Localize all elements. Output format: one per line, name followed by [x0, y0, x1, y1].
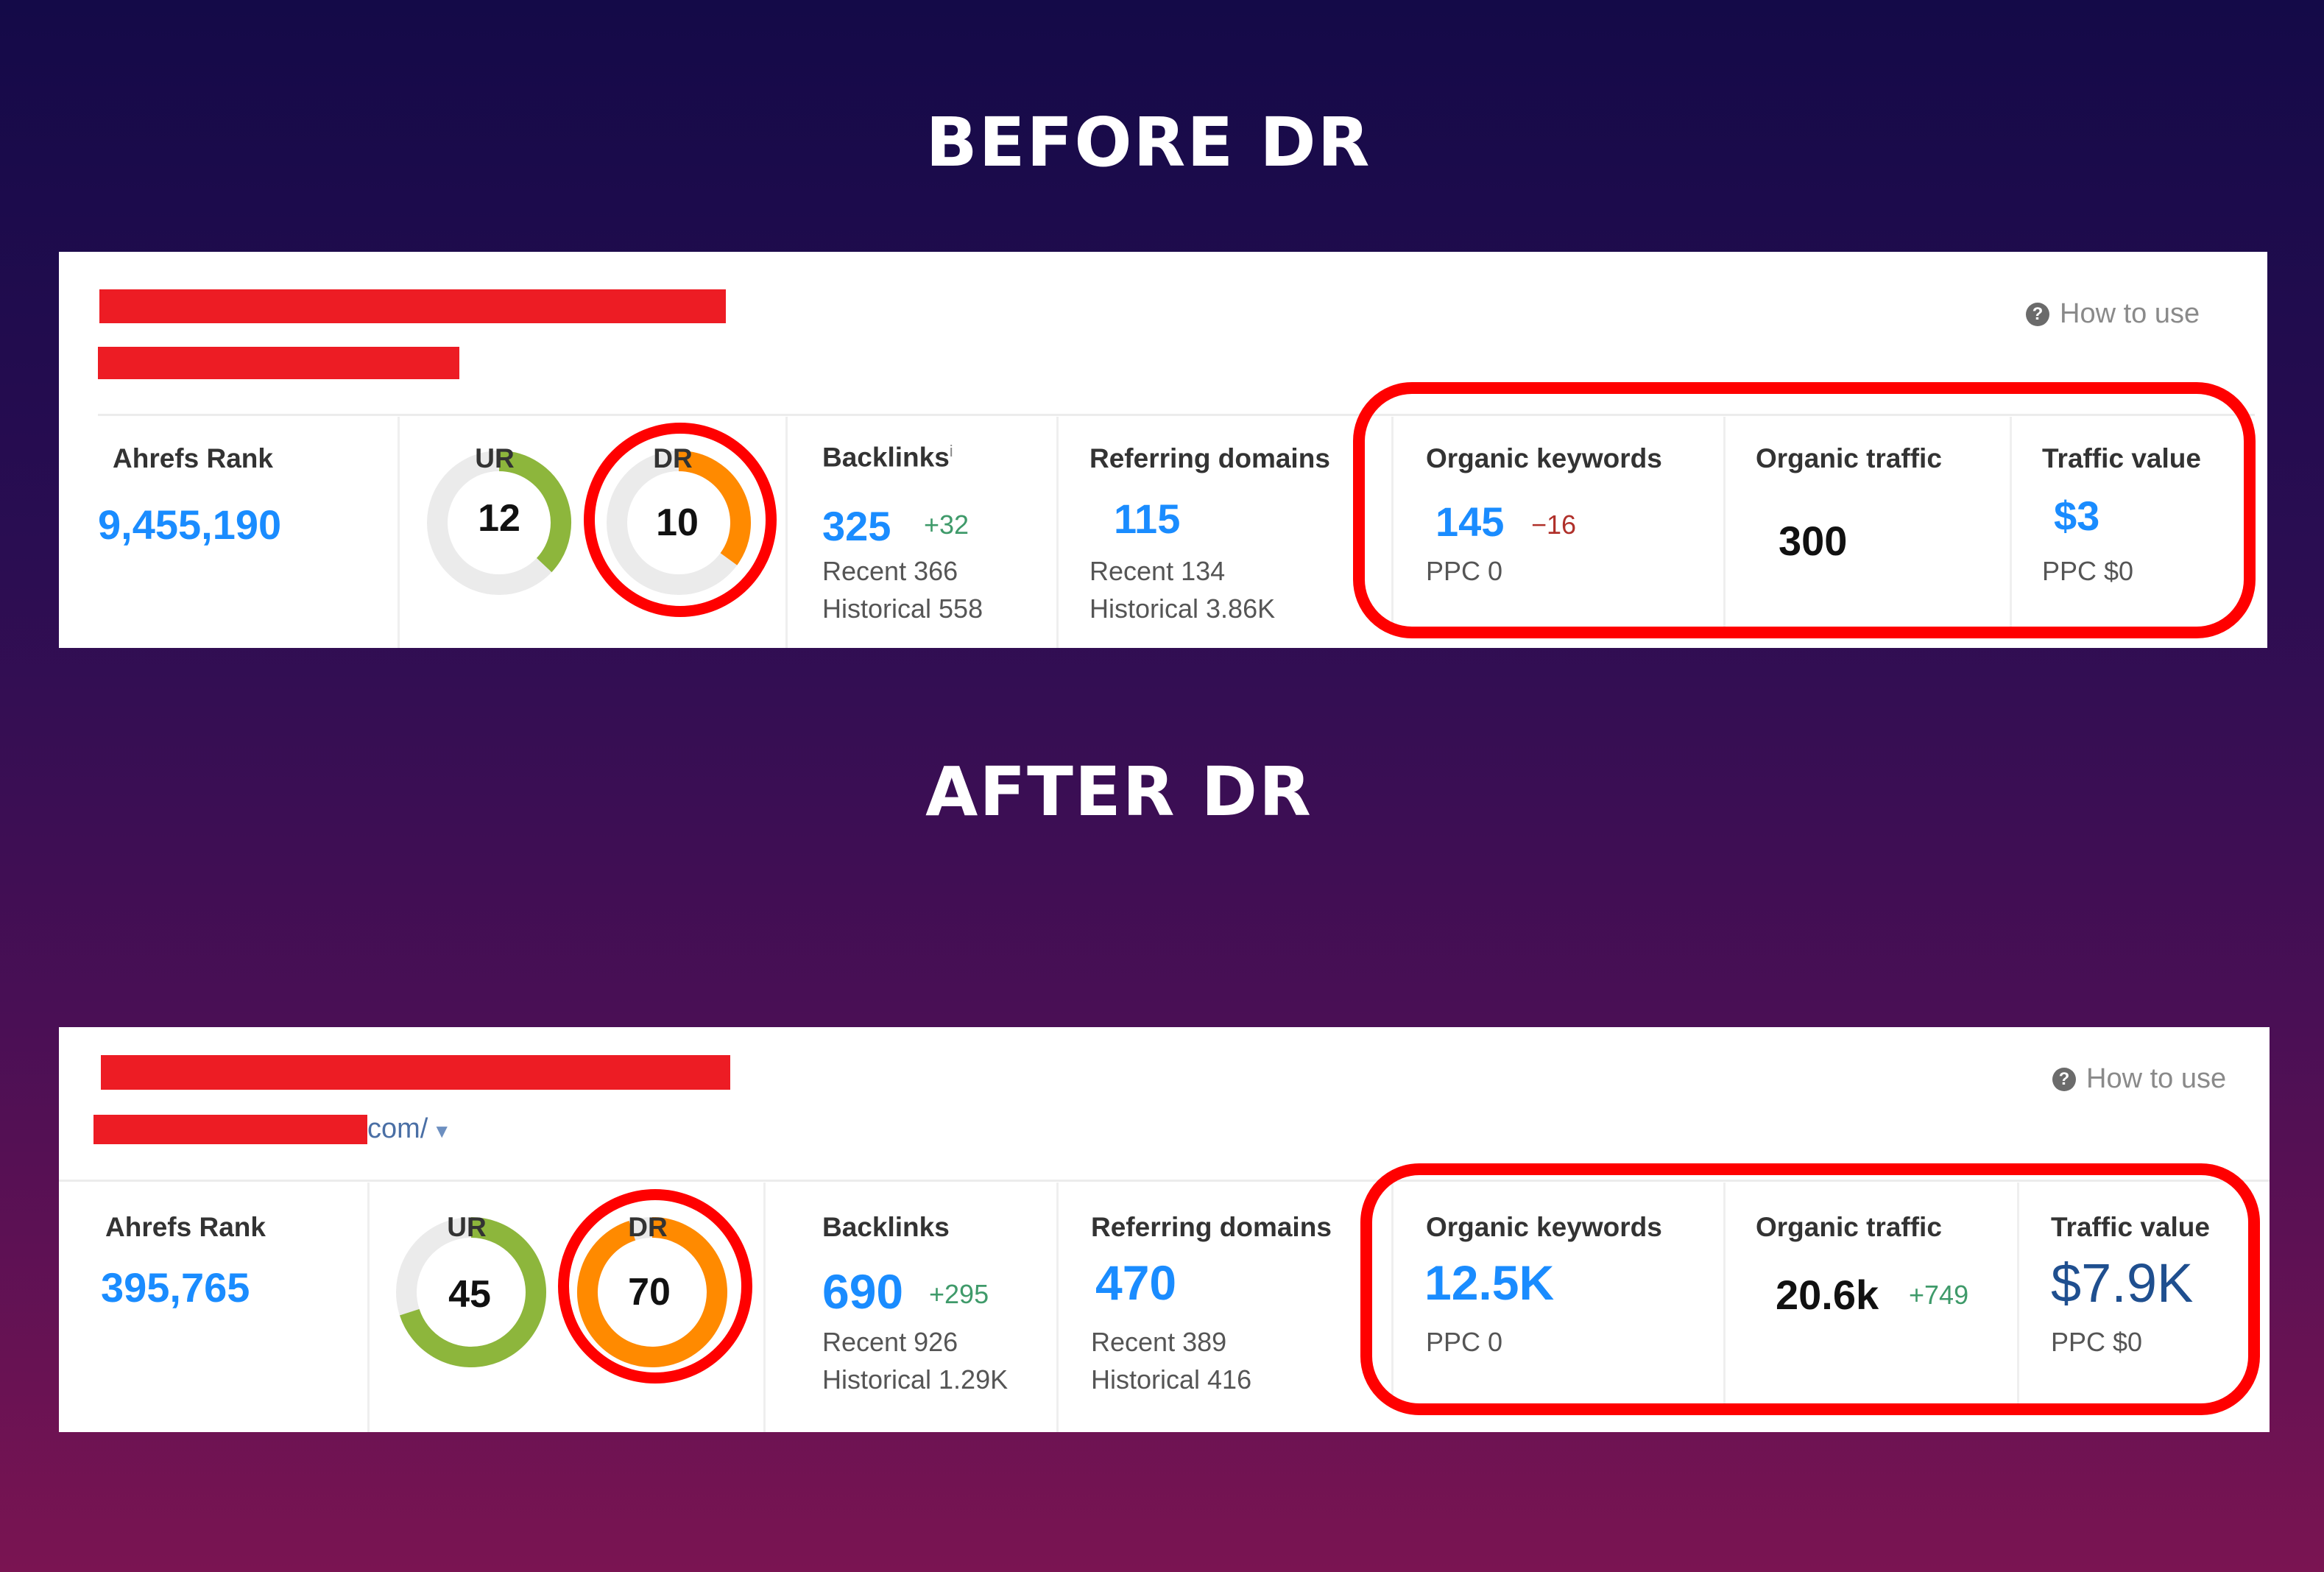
info-icon[interactable]: i [950, 442, 953, 460]
divider [1056, 417, 1059, 648]
divider [1056, 1182, 1059, 1432]
after-heading: AFTER DR [925, 752, 1313, 831]
before-heading: BEFORE DR [925, 103, 1371, 182]
referring-domains-historical[interactable]: Historical 3.86K [1089, 593, 1275, 624]
divider [785, 417, 788, 648]
referring-domains-value[interactable]: 115 [1114, 495, 1180, 543]
divider [398, 417, 400, 648]
referring-domains-recent[interactable]: Recent 134 [1089, 556, 1225, 587]
ur-label: UR [475, 443, 515, 473]
divider [763, 1182, 766, 1432]
backlinks-delta: +295 [929, 1279, 989, 1309]
backlinks-label-text: Backlinks [822, 442, 950, 473]
referring-domains-value[interactable]: 470 [1095, 1255, 1176, 1311]
organic-highlight-box [1353, 382, 2256, 638]
how-to-use-label: How to use [2060, 298, 2200, 329]
caret-down-icon: ▼ [432, 1120, 452, 1142]
redacted-title [99, 289, 726, 323]
backlinks-label: Backlinks [822, 1212, 950, 1242]
how-to-use-label: How to use [2086, 1063, 2227, 1094]
backlinks-delta: +32 [924, 510, 969, 540]
backlinks-value[interactable]: 325 [822, 502, 891, 550]
referring-domains-historical[interactable]: Historical 416 [1091, 1364, 1251, 1395]
dr-highlight-circle [584, 423, 777, 617]
referring-domains-recent[interactable]: Recent 389 [1091, 1327, 1226, 1358]
ahrefs-rank-value[interactable]: 9,455,190 [98, 501, 281, 549]
ur-value: 45 [448, 1273, 491, 1316]
dr-highlight-circle [558, 1189, 752, 1384]
ur-value: 12 [478, 497, 520, 540]
redacted-url [98, 347, 459, 379]
backlinks-historical[interactable]: Historical 558 [822, 593, 983, 624]
backlinks-historical[interactable]: Historical 1.29K [822, 1364, 1008, 1395]
url-suffix: com/ [367, 1113, 428, 1144]
redacted-url [93, 1115, 367, 1144]
divider [367, 1182, 370, 1432]
referring-domains-label: Referring domains [1089, 443, 1330, 473]
backlinks-value[interactable]: 690 [822, 1263, 903, 1319]
referring-domains-label: Referring domains [1091, 1212, 1332, 1242]
backlinks-recent[interactable]: Recent 366 [822, 556, 958, 587]
how-to-use-link[interactable]: ? How to use [2052, 1063, 2226, 1095]
question-circle-icon: ? [2052, 1067, 2076, 1091]
ahrefs-rank-label: Ahrefs Rank [105, 1212, 266, 1242]
backlinks-label: Backlinksi [822, 442, 953, 473]
redacted-title [101, 1055, 730, 1090]
ur-label: UR [447, 1212, 487, 1242]
organic-highlight-box [1360, 1163, 2260, 1415]
url-dropdown[interactable]: com/▼ [367, 1113, 451, 1145]
how-to-use-link[interactable]: ? How to use [2026, 298, 2200, 330]
ahrefs-rank-value[interactable]: 395,765 [101, 1263, 250, 1311]
ahrefs-rank-label: Ahrefs Rank [113, 443, 273, 473]
backlinks-recent[interactable]: Recent 926 [822, 1327, 958, 1358]
question-circle-icon: ? [2026, 302, 2049, 326]
